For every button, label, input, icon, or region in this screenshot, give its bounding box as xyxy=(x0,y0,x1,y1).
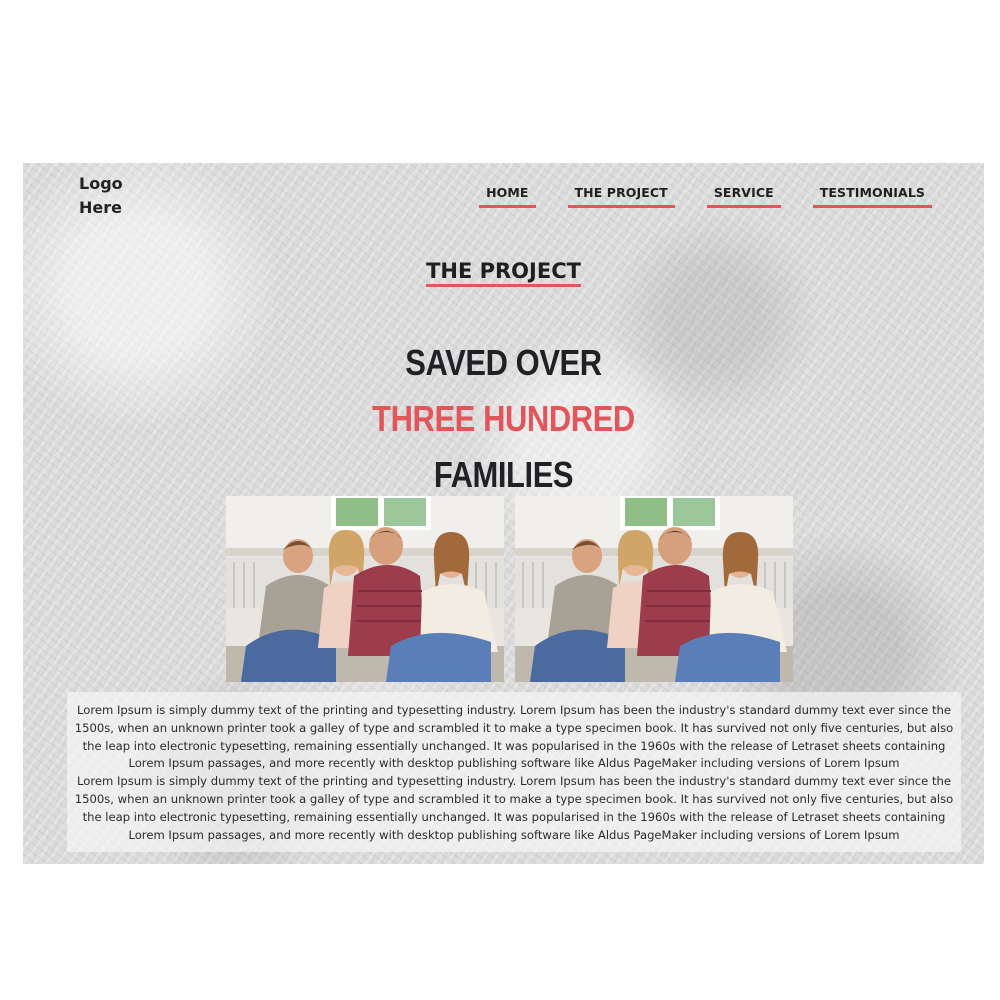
headline: SAVED OVER THREE HUNDRED FAMILIES xyxy=(90,335,916,503)
page: Logo Here HOME THE PROJECT SERVICE TESTI… xyxy=(0,0,1000,1000)
family-photo-2 xyxy=(515,496,793,682)
section-title-wrap: THE PROJECT xyxy=(23,259,984,287)
nav-home[interactable]: HOME xyxy=(479,185,536,208)
section-title: THE PROJECT xyxy=(426,259,581,287)
main-nav: HOME THE PROJECT SERVICE TESTIMONIALS xyxy=(479,185,932,208)
nav-testimonials[interactable]: TESTIMONIALS xyxy=(812,185,932,208)
photo-row xyxy=(226,496,793,682)
hero-section: Logo Here HOME THE PROJECT SERVICE TESTI… xyxy=(23,163,984,864)
logo[interactable]: Logo Here xyxy=(79,172,139,220)
body-paragraph-1: Lorem Ipsum is simply dummy text of the … xyxy=(74,703,954,771)
nav-the-project[interactable]: THE PROJECT xyxy=(567,185,675,208)
family-photo-1 xyxy=(226,496,504,682)
headline-line-1: SAVED OVER xyxy=(405,342,602,383)
body-paragraph-2: Lorem Ipsum is simply dummy text of the … xyxy=(74,774,954,842)
headline-line-3: FAMILIES xyxy=(433,454,574,495)
headline-line-2: THREE HUNDRED xyxy=(372,398,635,439)
nav-service[interactable]: SERVICE xyxy=(706,185,781,208)
body-text-block: Lorem Ipsum is simply dummy text of the … xyxy=(67,692,961,852)
